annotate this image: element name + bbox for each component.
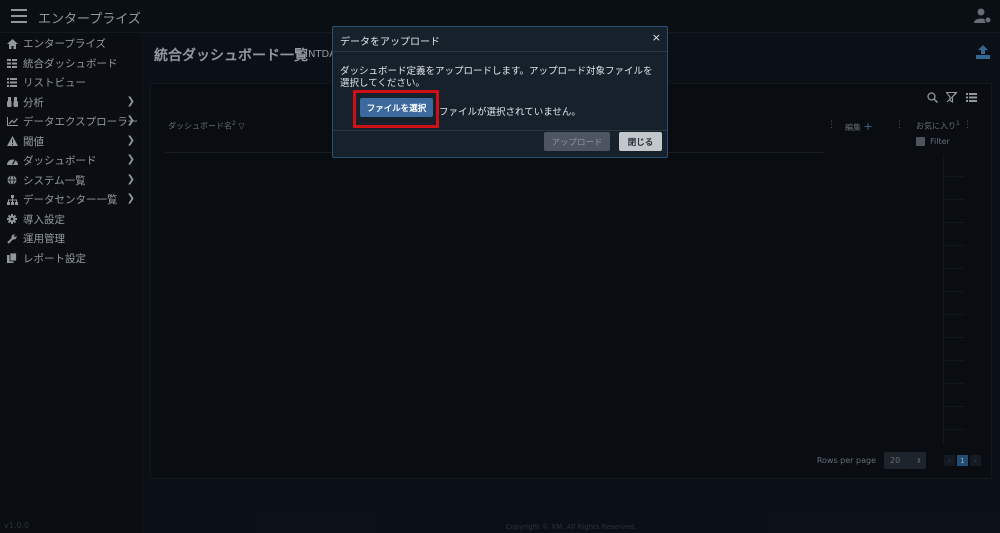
dialog-footer: アップロード 閉じる xyxy=(333,130,667,157)
upload-button[interactable]: アップロード xyxy=(544,132,610,151)
dialog-message: ダッシュボード定義をアップロードします。アップロード対象ファイルを選択してくださ… xyxy=(340,66,653,89)
dialog-title: データをアップロード xyxy=(340,37,440,48)
upload-dialog: データをアップロード × ダッシュボード定義をアップロードします。アップロード対… xyxy=(332,26,668,158)
file-input: ファイルを選択 ファイルが選択されていません。 xyxy=(353,90,593,128)
choose-file-button[interactable]: ファイルを選択 xyxy=(360,98,433,117)
dialog-header: データをアップロード × xyxy=(333,27,667,52)
close-button[interactable]: 閉じる xyxy=(619,132,662,151)
no-file-text: ファイルが選択されていません。 xyxy=(439,107,581,118)
close-icon[interactable]: × xyxy=(652,31,661,44)
